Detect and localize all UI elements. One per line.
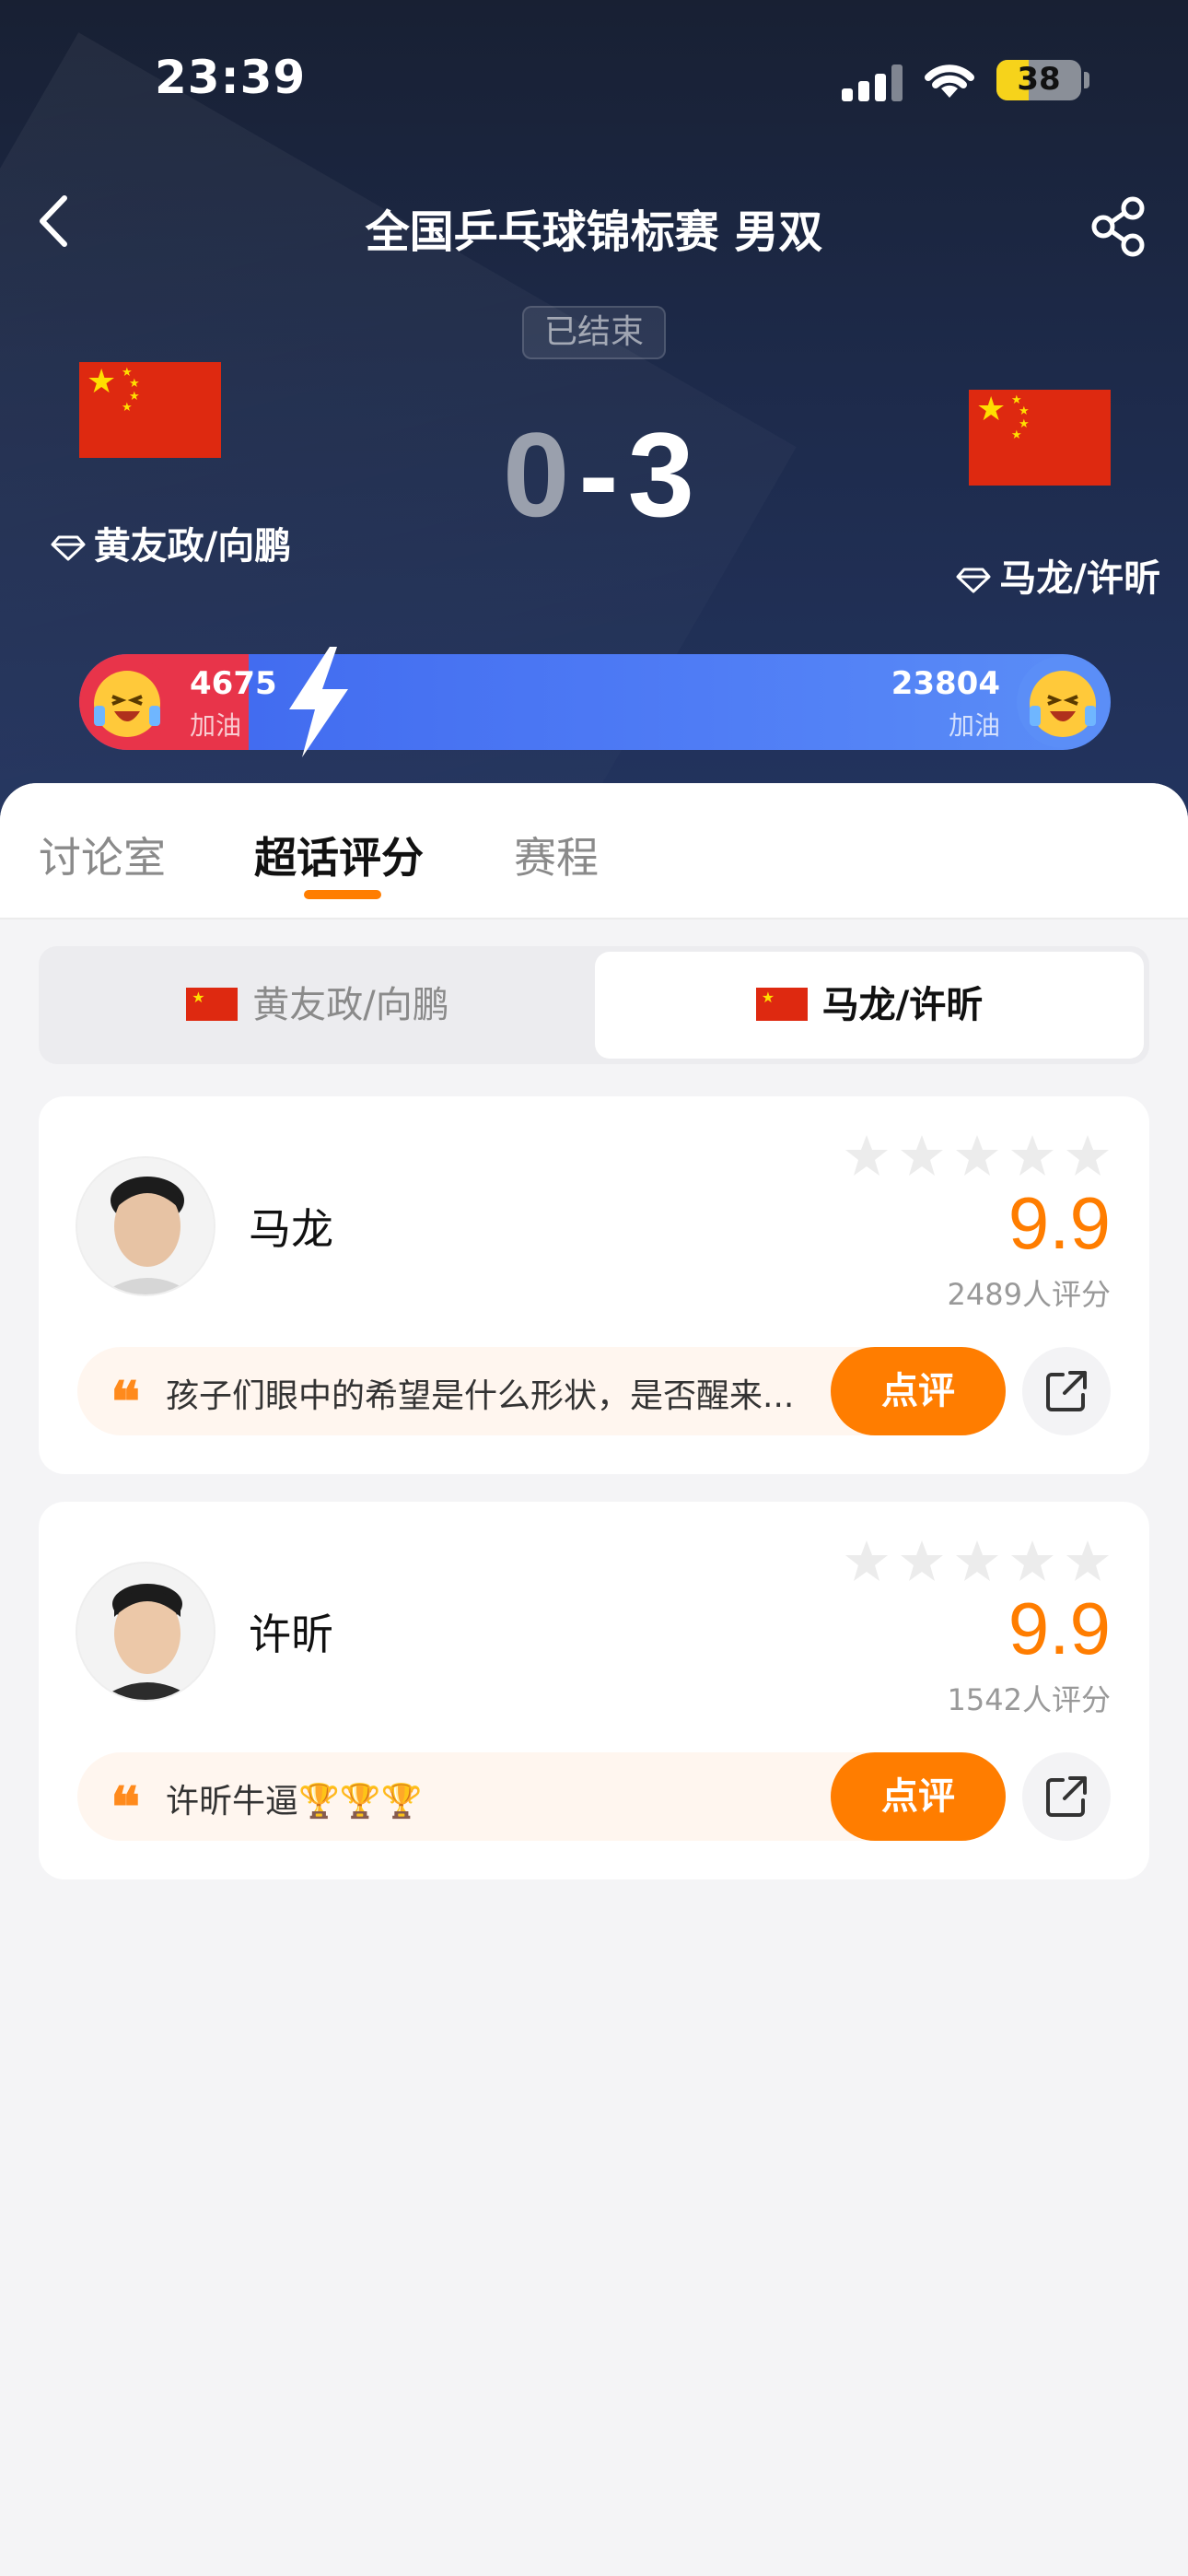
segment-home-team[interactable]: ★ 黄友政/向鹏 xyxy=(44,952,591,1059)
share-icon[interactable] xyxy=(1087,193,1151,258)
top-comment[interactable]: ❝ 孩子们眼中的希望是什么形状，是否醒来... xyxy=(77,1347,906,1435)
comment-text: 许昕牛逼🏆🏆🏆 xyxy=(166,1783,423,1821)
star-icon xyxy=(901,1135,943,1176)
comment-text: 孩子们眼中的希望是什么形状，是否醒来... xyxy=(166,1377,795,1415)
rating-score: 9.9 xyxy=(1007,1182,1111,1264)
diamond-icon xyxy=(956,568,991,593)
rating-count: 1542人评分 xyxy=(947,1682,1111,1717)
match-header: 23:39 38 全国乒乓球锦标赛 男双 已结束 ★ ★ ★ ★ ★ ★ ★ ★… xyxy=(0,0,1188,829)
star-rating xyxy=(844,1133,1120,1181)
home-team-name[interactable]: 黄友政/向鹏 xyxy=(37,521,304,572)
active-tab-indicator xyxy=(304,890,381,899)
away-cheer-count: 23804 xyxy=(891,665,1000,702)
star-icon xyxy=(1066,1135,1109,1176)
tab-bar: 讨论室 超话评分 赛程 xyxy=(0,783,1188,919)
review-button[interactable]: 点评 xyxy=(831,1347,1006,1435)
home-cheer-button[interactable] xyxy=(79,654,175,750)
top-comment[interactable]: ❝ 许昕牛逼🏆🏆🏆 xyxy=(77,1752,906,1841)
home-team-label: 黄友政/向鹏 xyxy=(93,525,292,568)
external-share-icon xyxy=(1046,1776,1087,1817)
star-icon xyxy=(956,1135,998,1176)
home-score: 0 xyxy=(503,407,570,542)
quote-icon: ❝ xyxy=(111,1370,141,1434)
cheer-emoji-icon xyxy=(1017,656,1109,748)
battery-percent: 38 xyxy=(1017,61,1061,98)
star-icon xyxy=(901,1540,943,1581)
tab-ratings[interactable]: 超话评分 xyxy=(254,825,424,885)
segment-away-team[interactable]: ★ 马龙/许昕 xyxy=(595,952,1144,1059)
star-icon xyxy=(1011,1540,1054,1581)
page-title: 全国乒乓球锦标赛 男双 xyxy=(365,206,823,258)
external-share-button[interactable] xyxy=(1022,1347,1111,1435)
away-team-flag: ★ ★ ★ ★ ★ xyxy=(969,390,1111,486)
segment-home-label: 黄友政/向鹏 xyxy=(252,984,449,1026)
status-time: 23:39 xyxy=(155,51,307,104)
review-button[interactable]: 点评 xyxy=(831,1752,1006,1841)
cheer-emoji-icon xyxy=(81,656,173,748)
flag-icon: ★ xyxy=(755,988,808,1021)
tab-discussion[interactable]: 讨论室 xyxy=(39,825,166,885)
home-team-flag: ★ ★ ★ ★ ★ xyxy=(79,362,221,458)
match-status-badge: 已结束 xyxy=(522,306,666,359)
team-segment-control: ★ 黄友政/向鹏 ★ 马龙/许昕 xyxy=(39,946,1149,1064)
away-score: 3 xyxy=(627,407,694,542)
star-icon xyxy=(1011,1135,1054,1176)
star-rating xyxy=(844,1539,1120,1587)
home-cheer-label: 加油 xyxy=(190,710,242,741)
player-rating-card[interactable]: 马龙 9.9 2489人评分 ❝ 孩子们眼中的希望是什么形状，是否醒来... 点… xyxy=(39,1096,1149,1474)
avatar[interactable] xyxy=(76,1562,215,1702)
rating-count: 2489人评分 xyxy=(947,1277,1111,1312)
cellular-signal-icon xyxy=(842,64,903,101)
wifi-icon xyxy=(925,64,974,98)
home-cheer-count: 4675 xyxy=(190,665,277,702)
rating-score: 9.9 xyxy=(1007,1587,1111,1669)
cheer-progress-bar: 4675 加油 23804 加油 xyxy=(79,654,1111,750)
star-icon xyxy=(845,1540,888,1581)
player-name: 许昕 xyxy=(249,1610,333,1659)
star-icon xyxy=(956,1540,998,1581)
tab-schedule[interactable]: 赛程 xyxy=(514,825,599,885)
away-team-label: 马龙/许昕 xyxy=(999,557,1160,600)
external-share-button[interactable] xyxy=(1022,1752,1111,1841)
quote-icon: ❝ xyxy=(111,1775,141,1840)
status-bar: 23:39 38 xyxy=(0,0,1188,157)
segment-away-label: 马龙/许昕 xyxy=(821,984,984,1026)
diamond-icon xyxy=(51,535,86,561)
player-photo xyxy=(77,1158,214,1294)
battery-tip xyxy=(1084,72,1089,88)
flag-icon: ★ xyxy=(186,988,239,1021)
player-name: 马龙 xyxy=(249,1204,333,1254)
away-team-name[interactable]: 马龙/许昕 xyxy=(921,548,1160,602)
away-cheer-label: 加油 xyxy=(948,710,1000,741)
star-icon xyxy=(845,1135,888,1176)
star-icon xyxy=(1066,1540,1109,1581)
avatar[interactable] xyxy=(76,1156,215,1296)
player-photo xyxy=(77,1563,214,1700)
battery-indicator: 38 xyxy=(996,60,1081,100)
match-score: 0-3 xyxy=(479,405,718,544)
external-share-icon xyxy=(1046,1371,1087,1411)
score-separator: - xyxy=(578,407,619,542)
player-rating-card[interactable]: 许昕 9.9 1542人评分 ❝ 许昕牛逼🏆🏆🏆 点评 xyxy=(39,1502,1149,1879)
lightning-icon xyxy=(289,647,348,757)
away-cheer-button[interactable] xyxy=(1015,654,1111,750)
